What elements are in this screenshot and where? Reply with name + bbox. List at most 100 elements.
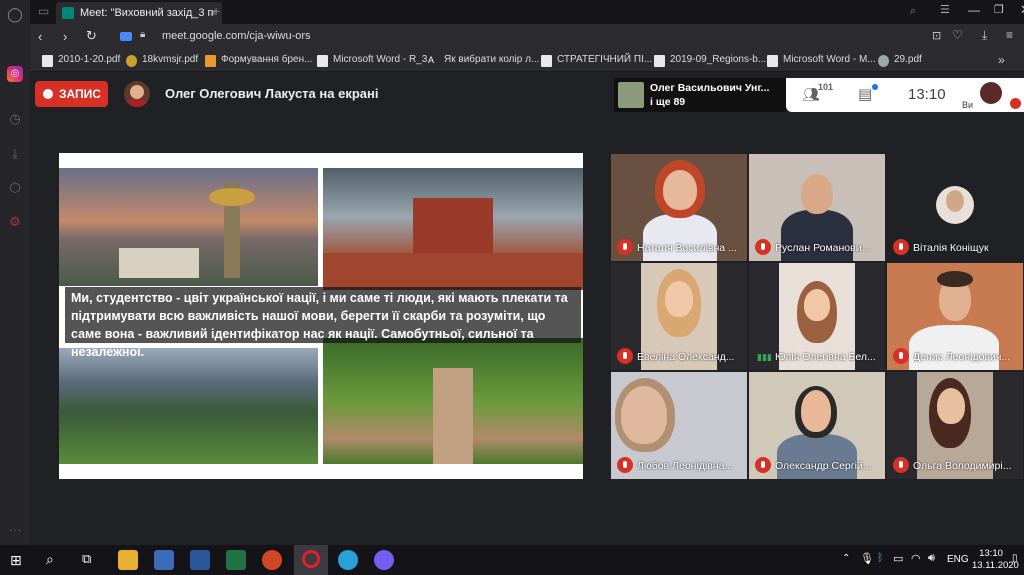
chat-icon[interactable]: ▤ [858, 85, 872, 103]
self-muted-icon [1010, 98, 1021, 109]
participant-tile[interactable]: Наталя Василівна ... [611, 154, 747, 261]
bookmark-item[interactable]: 2019-09_Regions-b... [654, 54, 766, 67]
bookmark-item[interactable]: Формування брен... [205, 54, 312, 67]
participant-tile[interactable]: Руслан Романови... [749, 154, 885, 261]
windows-start-icon[interactable]: ⊞ [10, 552, 22, 569]
extensions-icon[interactable]: ⬡ [7, 180, 23, 196]
shared-screen: Ми, студентство - цвіт української нації… [59, 153, 583, 479]
meet-stage: ЗАПИС Олег Олегович Лакуста на екрані Ол… [30, 72, 1024, 545]
pdf-file-icon [42, 55, 53, 67]
bookmark-item[interactable]: Microsoft Word - R_3 [317, 54, 427, 67]
slide-caption: Ми, студентство - цвіт української нації… [65, 287, 581, 359]
tray-chevron-icon[interactable]: ⌃ [842, 553, 850, 564]
downloads-icon[interactable]: ⤓ [7, 146, 23, 162]
snapshot-icon[interactable]: ⊡ [932, 29, 941, 42]
participant-name: Юлія Олегівна Бел... [775, 351, 876, 363]
opera-logo-icon[interactable]: ◯ [7, 6, 23, 22]
menu-icon[interactable]: ≡ [1006, 28, 1013, 42]
bookmark-item[interactable]: 29.pdf [878, 54, 922, 67]
file-explorer-icon[interactable] [118, 550, 138, 570]
camera-active-icon[interactable] [120, 32, 132, 41]
mic-off-icon [617, 457, 633, 473]
participant-face [665, 281, 693, 317]
word-icon[interactable] [190, 550, 210, 570]
history-icon[interactable]: ◷ [7, 111, 23, 127]
volume-icon[interactable]: 🔊︎ [928, 552, 935, 565]
settings-icon[interactable]: ⚙ [7, 214, 23, 230]
bookmark-item[interactable]: 2010-1-20.pdf [42, 54, 120, 67]
participant-tile[interactable]: Денис Леонідович... [887, 263, 1023, 370]
new-tab-button[interactable]: + [212, 3, 220, 19]
participant-name: Наталя Василівна ... [637, 242, 737, 254]
mic-off-icon [755, 239, 771, 255]
bookmark-item[interactable]: Microsoft Word - M... [767, 54, 876, 67]
telegram-icon[interactable] [338, 550, 358, 570]
self-avatar[interactable] [980, 82, 1002, 104]
chat-badge [872, 84, 878, 90]
easy-setup-icon[interactable]: ☰ [940, 3, 950, 16]
globe-icon [878, 55, 889, 67]
language-indicator[interactable]: ENG [947, 554, 969, 565]
viber-icon[interactable] [374, 550, 394, 570]
record-label: ЗАПИС [59, 87, 101, 101]
restore-icon[interactable]: ❐ [994, 3, 1004, 16]
more-bookmarks-button[interactable]: » [998, 53, 1005, 67]
minimize-icon[interactable]: — [968, 3, 980, 17]
microphone-icon[interactable]: 🎙︎ [860, 552, 874, 565]
lock-icon[interactable]: 🔒︎ [140, 29, 145, 40]
pinned-speaker[interactable]: Олег Васильович Унг... і ще 89 [614, 78, 786, 112]
participant-tile[interactable]: Евеліна Олександ... [611, 263, 747, 370]
bookmark-item[interactable]: A Як вибрати колір л... [428, 54, 539, 65]
participant-name: Любов Леонідівна... [637, 460, 734, 472]
pinned-more: і ще 89 [650, 96, 686, 108]
search-tabs-icon[interactable]: ⌕ [910, 5, 916, 18]
participant-tile[interactable]: Олександр Сергій... [749, 372, 885, 479]
wifi-icon[interactable]: ◠ [911, 552, 921, 565]
instagram-icon[interactable]: ◎ [7, 66, 23, 82]
more-icon[interactable]: ··· [7, 522, 23, 538]
forward-icon[interactable]: › [63, 29, 67, 44]
opera-taskbar-button[interactable] [294, 545, 328, 575]
battery-icon[interactable]: ▭ [893, 552, 903, 565]
pinned-thumbnail [618, 82, 644, 108]
url-field[interactable]: meet.google.com/cja-wiwu-ors [162, 30, 311, 42]
tab-meet[interactable]: Meet: "Виховний захід_3 п × [56, 2, 222, 24]
bookmark-heart-icon[interactable]: ♡ [952, 28, 963, 42]
bluetooth-icon[interactable]: ᛒ [877, 552, 884, 564]
recording-badge[interactable]: ЗАПИС [35, 81, 108, 107]
participant-tile[interactable]: Ольга Володимирі... [887, 372, 1023, 479]
word-file-icon [317, 55, 328, 67]
park-photo [323, 338, 583, 464]
university-wing [323, 253, 583, 290]
close-window-icon[interactable]: ✕ [1020, 2, 1024, 18]
record-dot-icon [43, 89, 53, 99]
back-icon[interactable]: ‹ [38, 29, 42, 44]
taskbar-date: 13.11.2020 [972, 560, 1019, 571]
participant-face [804, 289, 830, 321]
download-icon[interactable]: ⤓ [982, 28, 987, 43]
university-photo [323, 168, 583, 290]
bookmark-item[interactable]: СТРАТЕГІЧНИЙ ПІ... [541, 54, 652, 67]
participant-name: Олександр Сергій... [775, 460, 872, 472]
notifications-icon[interactable]: ▯ [1012, 553, 1018, 564]
powerpoint-icon[interactable] [262, 550, 282, 570]
park-path [433, 368, 473, 464]
taskbar-clock[interactable]: 13:10 13.11.2020 [972, 548, 1019, 572]
participant-face [801, 390, 831, 432]
participant-tile[interactable]: Віталія Коніщук [887, 154, 1023, 261]
participant-name: Евеліна Олександ... [637, 351, 735, 363]
mic-off-icon [893, 239, 909, 255]
pdf-file-icon [541, 55, 552, 67]
mic-off-icon [893, 348, 909, 364]
presenter-face [130, 85, 144, 99]
participant-tile[interactable]: Любов Леонідівна... [611, 372, 747, 479]
excel-icon[interactable] [226, 550, 246, 570]
pinned-name: Олег Васильович Унг... [650, 82, 770, 94]
bookmark-item[interactable]: 18kvmsjr.pdf [126, 54, 198, 67]
search-icon[interactable]: ⌕ [46, 551, 54, 568]
reload-icon[interactable]: ↻ [86, 28, 97, 44]
computer-app-icon[interactable] [154, 550, 174, 570]
participant-tile[interactable]: ▮▮▮ Юлія Олегівна Бел... [749, 263, 885, 370]
speed-dial-icon[interactable]: ▭ [38, 4, 54, 20]
task-view-icon[interactable]: ⧉ [82, 551, 91, 567]
